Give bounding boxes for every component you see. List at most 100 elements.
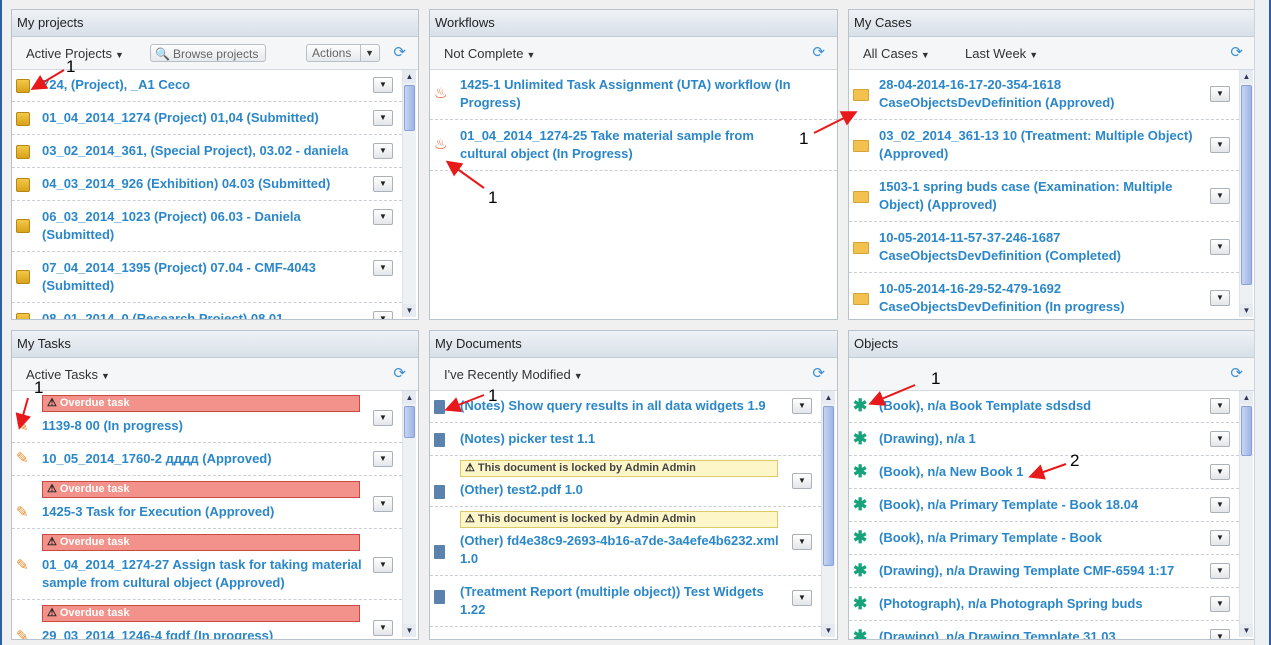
documents-filter-dropdown[interactable]: I've Recently Modified ▼ bbox=[444, 367, 583, 382]
item-label[interactable]: (Drawing), n/a Drawing Template CMF-6594… bbox=[879, 562, 1199, 580]
item-label[interactable]: 10-05-2014-11-57-37-246-1687 CaseObjects… bbox=[879, 229, 1199, 265]
item-menu-button[interactable]: ▼ bbox=[792, 534, 812, 550]
list-item[interactable]: (Treatment Report (multiple object)) Tes… bbox=[430, 576, 821, 627]
list-item[interactable]: (Notes) picker test 1.1 bbox=[430, 423, 821, 456]
item-label[interactable]: (Notes) Show query results in all data w… bbox=[460, 397, 781, 415]
list-item[interactable]: ♨ 1425-1 Unlimited Task Assignment (UTA) … bbox=[430, 69, 837, 120]
list-item[interactable]: ⚠ This document is locked by Admin Admin (… bbox=[430, 507, 821, 576]
scroll-up-icon[interactable]: ▲ bbox=[403, 70, 416, 83]
item-label[interactable]: (Book), n/a Primary Template - Book bbox=[879, 529, 1199, 547]
refresh-icon[interactable]: ⟳ bbox=[1230, 43, 1243, 61]
tasks-scrollbar[interactable]: ▲ ▼ bbox=[402, 391, 416, 637]
item-label[interactable]: 08_01_2014_0 (Research Project) 08.01 bbox=[42, 310, 362, 319]
cases-scrollbar[interactable]: ▲ ▼ bbox=[1239, 70, 1253, 317]
scroll-down-icon[interactable]: ▼ bbox=[1240, 304, 1253, 317]
item-label[interactable]: 03_02_2014_361, (Special Project), 03.02… bbox=[42, 142, 362, 160]
scroll-down-icon[interactable]: ▼ bbox=[403, 304, 416, 317]
list-item[interactable]: 08_01_2014_0 (Research Project) 08.01 ▼ bbox=[12, 303, 402, 319]
list-item[interactable]: ✱ (Book), n/a Primary Template - Book 18.… bbox=[849, 489, 1239, 522]
list-item[interactable]: ♨ 01_04_2014_1274-25 Take material sample… bbox=[430, 120, 837, 171]
item-menu-button[interactable]: ▼ bbox=[373, 496, 393, 512]
item-menu-button[interactable]: ▼ bbox=[1210, 239, 1230, 255]
item-menu-button[interactable]: ▼ bbox=[1210, 629, 1230, 639]
item-menu-button[interactable]: ▼ bbox=[792, 398, 812, 414]
workflows-filter-dropdown[interactable]: Not Complete ▼ bbox=[444, 46, 535, 61]
scroll-thumb[interactable] bbox=[404, 406, 415, 438]
item-label[interactable]: 04_03_2014_926 (Exhibition) 04.03 (Submi… bbox=[42, 175, 362, 193]
list-item[interactable]: 01_04_2014_1274 (Project) 01,04 (Submitt… bbox=[12, 102, 402, 135]
item-menu-button[interactable]: ▼ bbox=[373, 620, 393, 636]
cases-filter-dropdown[interactable]: All Cases ▼ bbox=[863, 46, 930, 61]
documents-scrollbar[interactable]: ▲ ▼ bbox=[821, 391, 835, 637]
list-item[interactable]: 1503-1 spring buds case (Examination: Mu… bbox=[849, 171, 1239, 222]
list-item[interactable]: 28-04-2014-16-17-20-354-1618 CaseObjects… bbox=[849, 69, 1239, 120]
scroll-thumb[interactable] bbox=[1241, 406, 1252, 456]
item-menu-button[interactable]: ▼ bbox=[1210, 137, 1230, 153]
item-label[interactable]: (Book), n/a New Book 1 bbox=[879, 463, 1199, 481]
scroll-down-icon[interactable]: ▼ bbox=[403, 624, 416, 637]
item-label[interactable]: 1425-1 Unlimited Task Assignment (UTA) w… bbox=[460, 76, 797, 112]
item-menu-button[interactable]: ▼ bbox=[1210, 398, 1230, 414]
item-menu-button[interactable]: ▼ bbox=[1210, 596, 1230, 612]
list-item[interactable]: 06_03_2014_1023 (Project) 06.03 - Daniel… bbox=[12, 201, 402, 252]
item-label[interactable]: (Drawing), n/a Drawing Template 31.03 bbox=[879, 628, 1199, 639]
item-menu-button[interactable]: ▼ bbox=[792, 473, 812, 489]
page-scrollbar[interactable] bbox=[1254, 0, 1269, 645]
item-menu-button[interactable]: ▼ bbox=[1210, 497, 1230, 513]
scroll-up-icon[interactable]: ▲ bbox=[403, 391, 416, 404]
item-label[interactable]: (Notes) picker test 1.1 bbox=[460, 430, 781, 448]
item-menu-button[interactable]: ▼ bbox=[1210, 188, 1230, 204]
item-label[interactable]: 10-05-2014-16-29-52-479-1692 CaseObjects… bbox=[879, 280, 1199, 316]
item-label[interactable]: (Photograph), n/a Photograph Spring buds bbox=[879, 595, 1199, 613]
list-item[interactable]: ✱ (Drawing), n/a Drawing Template 31.03 ▼ bbox=[849, 621, 1239, 639]
scroll-thumb[interactable] bbox=[404, 85, 415, 131]
refresh-icon[interactable]: ⟳ bbox=[393, 364, 406, 382]
refresh-icon[interactable]: ⟳ bbox=[812, 43, 825, 61]
scroll-thumb[interactable] bbox=[823, 406, 834, 566]
item-label[interactable]: (Other) test2.pdf 1.0 bbox=[460, 481, 781, 499]
list-item[interactable]: 03_02_2014_361, (Special Project), 03.02… bbox=[12, 135, 402, 168]
scroll-down-icon[interactable]: ▼ bbox=[1240, 624, 1253, 637]
item-menu-button[interactable]: ▼ bbox=[1210, 86, 1230, 102]
item-menu-button[interactable]: ▼ bbox=[1210, 431, 1230, 447]
item-label[interactable]: 03_02_2014_361-13 10 (Treatment: Multipl… bbox=[879, 127, 1199, 163]
list-item[interactable]: ✱ (Drawing), n/a 1 ▼ bbox=[849, 423, 1239, 456]
scroll-down-icon[interactable]: ▼ bbox=[822, 624, 835, 637]
refresh-icon[interactable]: ⟳ bbox=[393, 43, 406, 61]
list-item[interactable]: 10-05-2014-11-57-37-246-1687 CaseObjects… bbox=[849, 222, 1239, 273]
item-menu-button[interactable]: ▼ bbox=[373, 143, 393, 159]
scroll-up-icon[interactable]: ▲ bbox=[822, 391, 835, 404]
item-label[interactable]: (Treatment Report (multiple object)) Tes… bbox=[460, 583, 781, 619]
item-label[interactable]: 1425-3 Task for Execution (Approved) bbox=[42, 503, 362, 521]
list-item[interactable]: ⚠ Overdue task ✎ 01_04_2014_1274-27 Assign … bbox=[12, 529, 402, 600]
item-menu-button[interactable]: ▼ bbox=[373, 209, 393, 225]
item-menu-button[interactable]: ▼ bbox=[1210, 530, 1230, 546]
refresh-icon[interactable]: ⟳ bbox=[1230, 364, 1243, 382]
actions-button[interactable]: Actions ▼ bbox=[306, 44, 380, 62]
scroll-up-icon[interactable]: ▲ bbox=[1240, 391, 1253, 404]
item-menu-button[interactable]: ▼ bbox=[373, 77, 393, 93]
list-item[interactable]: ⚠ This document is locked by Admin Admin (… bbox=[430, 456, 821, 507]
item-label[interactable]: 06_03_2014_1023 (Project) 06.03 - Daniel… bbox=[42, 208, 362, 244]
item-menu-button[interactable]: ▼ bbox=[1210, 464, 1230, 480]
list-item[interactable]: ⚠ Overdue task ✎ 1425-3 Task for Execution … bbox=[12, 476, 402, 529]
item-label[interactable]: 29_03_2014_1246-4 fgdf (In progress) bbox=[42, 627, 362, 639]
item-menu-button[interactable]: ▼ bbox=[1210, 563, 1230, 579]
item-label[interactable]: 1139-8 00 (In progress) bbox=[42, 417, 362, 435]
item-label[interactable]: 10_05_2014_1760-2 дддд (Approved) bbox=[42, 450, 362, 468]
item-label[interactable]: (Drawing), n/a 1 bbox=[879, 430, 1199, 448]
list-item[interactable]: ✱ (Book), n/a New Book 1 ▼ bbox=[849, 456, 1239, 489]
list-item[interactable]: ✱ (Book), n/a Book Template sdsdsd ▼ bbox=[849, 390, 1239, 423]
item-menu-button[interactable]: ▼ bbox=[1210, 290, 1230, 306]
item-label[interactable]: 724, (Project), _A1 Ceco bbox=[42, 76, 362, 94]
item-label[interactable]: 28-04-2014-16-17-20-354-1618 CaseObjects… bbox=[879, 76, 1199, 112]
item-menu-button[interactable]: ▼ bbox=[373, 176, 393, 192]
item-label[interactable]: (Other) fd4e38c9-2693-4b16-a7de-3a4efe4b… bbox=[460, 532, 781, 568]
list-item[interactable]: 10-05-2014-16-29-52-479-1692 CaseObjects… bbox=[849, 273, 1239, 319]
item-label[interactable]: 01_04_2014_1274 (Project) 01,04 (Submitt… bbox=[42, 109, 362, 127]
list-item[interactable]: ⚠ Overdue task ✎ 29_03_2014_1246-4 fgdf (In… bbox=[12, 600, 402, 639]
objects-scrollbar[interactable]: ▲ ▼ bbox=[1239, 391, 1253, 637]
item-menu-button[interactable]: ▼ bbox=[373, 260, 393, 276]
list-item[interactable]: 04_03_2014_926 (Exhibition) 04.03 (Submi… bbox=[12, 168, 402, 201]
scroll-thumb[interactable] bbox=[1241, 85, 1252, 285]
